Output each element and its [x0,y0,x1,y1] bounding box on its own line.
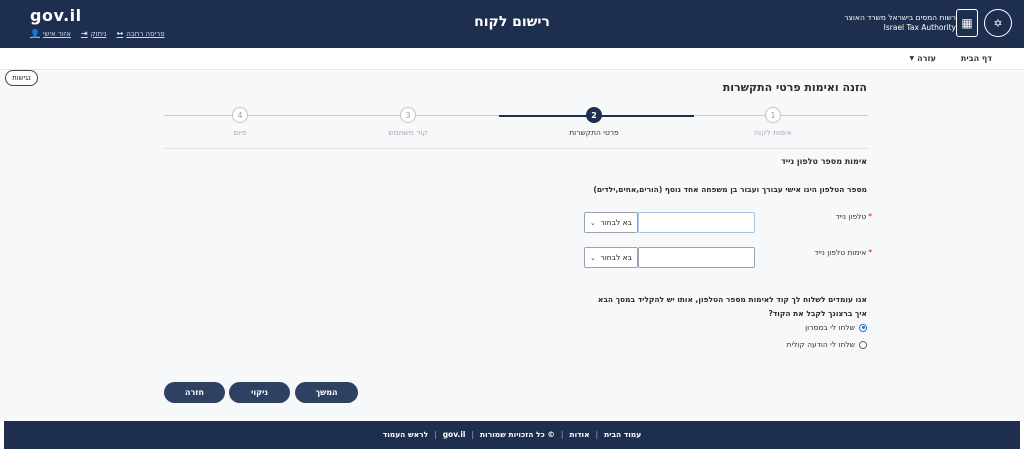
nav-help-menu[interactable]: עזרה ▼ [910,54,936,63]
step-4-label: סיום [233,128,247,137]
state-emblem-icon: ✡ [984,9,1012,37]
footer-home-link[interactable]: עמוד הבית [604,430,641,439]
personal-area-label: אזור אישי [42,29,71,38]
personal-area-link[interactable]: 👤 אזור אישי [30,29,71,38]
expand-icon: ↔ [116,29,124,38]
tax-authority-logo-icon: ▦ [956,9,978,37]
continue-button[interactable]: המשך [295,382,358,403]
phone-confirm-prefix-value: בא לבחור [600,253,632,262]
phone-prefix-select[interactable]: בא לבחור ⌄ [584,212,638,233]
footer-separator: | [434,430,437,439]
nav-home-link[interactable]: דף הבית [961,54,992,63]
accessibility-button[interactable]: נגישות [5,70,38,86]
top-header: gov.il 👤 אזור אישי ⇥ ניתוק ↔ פריסה רחבה … [0,0,1024,48]
header-links: 👤 אזור אישי ⇥ ניתוק ↔ פריסה רחבה [30,29,165,38]
main-nav: דף הבית עזרה ▼ [0,48,1024,70]
footer-top-link[interactable]: לראש העמוד [383,430,428,439]
phone-confirm-field-label: *אימות טלפון נייד [814,248,872,257]
user-icon: 👤 [30,29,40,38]
radio-voice[interactable]: שלחו לי הודעה קולית [787,340,867,349]
tax-authority-name: רשות המסים בישראל משרד האוצר Israel Tax … [844,13,956,33]
phone-field-label: *טלפון נייד [836,212,872,221]
main-content: הזנה ואימות פרטי התקשרות 1 אימות לקוח 2 … [0,71,1024,421]
authority-name-en: Israel Tax Authority [883,23,956,32]
wide-layout-link[interactable]: ↔ פריסה רחבה [116,29,164,38]
stepper-line-todo [164,115,499,116]
logout-link[interactable]: ⇥ ניתוק [81,29,107,38]
wide-layout-label: פריסה רחבה [126,29,165,38]
phone-verification-title: אימות מספר טלפון נייד [781,157,867,166]
radio-sms[interactable]: שלחו לי במסרון [805,323,867,332]
nav-help-label: עזרה [917,54,936,63]
required-marker: * [868,248,872,257]
step-1-circle: 1 [765,107,781,123]
step-4-circle: 4 [232,107,248,123]
phone-confirm-label-text: אימות טלפון נייד [814,248,867,257]
phone-note: מספר הטלפון הינו אישי עבורך ועבור בן משפ… [593,185,867,194]
step-3-label: קוד משתמש [388,128,428,137]
footer-separator: | [595,430,599,439]
phone-confirm-input[interactable] [638,247,755,268]
caret-down-icon: ▼ [909,55,915,62]
step-1-label: אימות לקוח [754,128,792,137]
authority-name-he: רשות המסים בישראל משרד האוצר [844,13,956,22]
radio-voice-button[interactable] [859,340,867,349]
code-method-question: איך ברצונך לקבל את הקוד? [768,309,868,318]
progress-stepper: 1 אימות לקוח 2 פרטי התקשרות 3 קוד משתמש … [164,107,868,147]
step-2-label: פרטי התקשרות [569,128,619,137]
footer-links: עמוד הבית | אודות | © כל הזכויות שמורות … [4,430,1020,439]
chevron-down-icon: ⌄ [590,218,596,227]
footer-gov-logo[interactable]: gov.il [443,430,466,439]
phone-label-text: טלפון נייד [835,212,867,221]
back-button[interactable]: חזרה [164,382,225,403]
clear-button[interactable]: ניקוי [229,382,290,403]
page: gov.il 👤 אזור אישי ⇥ ניתוק ↔ פריסה רחבה … [0,0,1024,451]
code-info-text: אנו עומדים לשלוח לך קוד לאימות מספר הטלפ… [597,295,867,304]
radio-sms-label: שלחו לי במסרון [805,323,855,332]
step-2-circle: 2 [586,107,602,123]
phone-input[interactable] [638,212,755,233]
phone-confirm-prefix-select[interactable]: בא לבחור ⌄ [584,247,638,268]
footer: עמוד הבית | אודות | © כל הזכויות שמורות … [4,421,1020,449]
required-marker: * [868,212,872,221]
section-title: הזנה ואימות פרטי התקשרות [722,81,867,94]
chevron-down-icon: ⌄ [590,253,596,262]
phone-prefix-value: בא לבחור [600,218,632,227]
footer-separator: | [560,430,564,439]
radio-sms-button[interactable] [859,323,867,332]
radio-voice-label: שלחו לי הודעה קולית [786,340,855,349]
stepper-divider [164,148,868,149]
footer-about-link[interactable]: אודות [569,430,589,439]
step-3-circle: 3 [400,107,416,123]
footer-separator: | [471,430,475,439]
footer-copyright: © כל הזכויות שמורות [480,430,555,439]
logout-icon: ⇥ [80,29,88,38]
logout-label: ניתוק [90,29,107,38]
